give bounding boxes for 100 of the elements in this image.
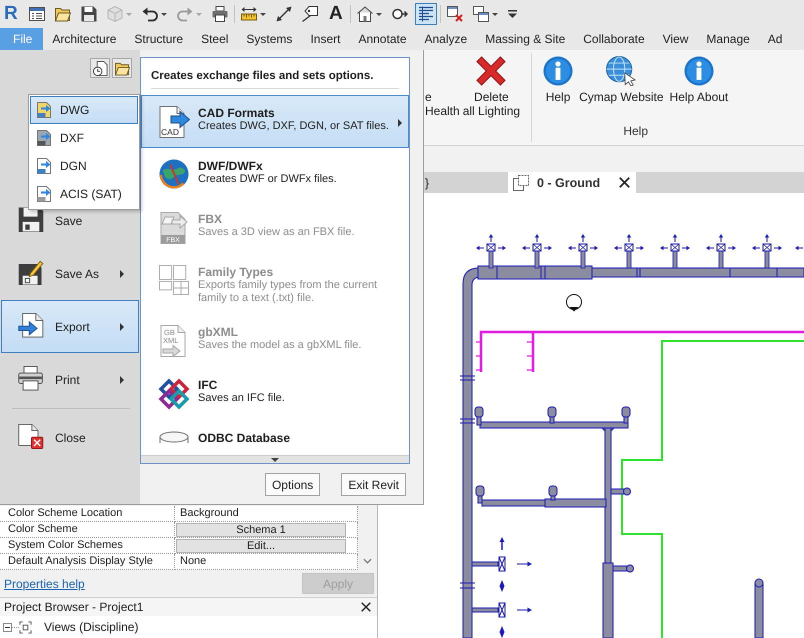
open-documents-button[interactable] <box>112 58 132 78</box>
ribbon-tab[interactable]: Steel <box>192 28 238 50</box>
menu-item-title: CAD Formats <box>198 106 276 120</box>
document-tab[interactable]: 0 - Ground <box>508 172 636 193</box>
globe-cursor-icon <box>606 56 636 86</box>
cube-icon <box>107 6 123 22</box>
undo-icon <box>142 6 158 22</box>
menu-item-description: Saves a 3D view as an FBX file. <box>198 226 355 239</box>
ribbon-button[interactable]: e Health <box>425 50 460 145</box>
menu-item[interactable]: CAD CAD Formats Creates DWG, DXF, DGN, or SAT files. <box>141 95 409 148</box>
ribbon-tab[interactable]: View <box>654 28 698 50</box>
menu-footer-button[interactable]: Options <box>264 473 320 496</box>
document-arrow-icon <box>17 312 45 340</box>
property-value: Background <box>175 506 358 522</box>
ribbon-tab[interactable]: Annotate <box>349 28 416 50</box>
flyout-item[interactable]: ACIS (SAT) <box>30 180 138 208</box>
menu-item[interactable]: IFC Saves an IFC file. <box>141 367 409 420</box>
view-bracket-icon <box>19 620 32 634</box>
flyout-item[interactable]: DGN <box>30 152 138 180</box>
text-button[interactable]: A <box>325 3 347 25</box>
property-name: Color Scheme Location <box>0 506 175 522</box>
property-name: Color Scheme <box>0 522 175 538</box>
recent-documents-button[interactable] <box>90 58 110 78</box>
menu-item-title: DWF/DWFx <box>198 159 264 173</box>
menu-item-description: Exports family types from the current family to a text (.txt) file. <box>198 279 378 305</box>
menu-item-description: Creates DWG, DXF, DGN, or SAT files. <box>198 120 389 133</box>
submenu-heading: Creates exchange files and sets options. <box>151 58 399 89</box>
close-icon[interactable] <box>361 602 371 612</box>
chevron-down-icon[interactable] <box>363 558 372 564</box>
globe-icon <box>159 159 189 189</box>
window-cross-icon <box>446 6 463 22</box>
info-icon <box>543 56 574 86</box>
file-export-icon <box>36 102 52 118</box>
help-button[interactable]: Help <box>540 50 576 124</box>
file-export-icon <box>36 186 52 202</box>
menu-command[interactable]: Close <box>1 411 139 464</box>
interlocked-diamonds-icon <box>158 378 190 410</box>
ribbon-tab[interactable]: Massing & Site <box>476 28 574 50</box>
thin-lines-button[interactable] <box>414 3 437 25</box>
ribbon-tab[interactable]: Analyze <box>416 28 476 50</box>
tree-item[interactable]: Views (Discipline) <box>44 620 138 634</box>
property-value: None <box>175 554 358 570</box>
info-icon <box>684 56 714 86</box>
printer-icon <box>17 366 45 394</box>
property-value-button[interactable]: Schema 1 <box>176 522 346 536</box>
database-icon <box>158 431 190 443</box>
diagonal-arrow-icon <box>276 6 292 22</box>
ribbon-tab[interactable]: Ad <box>758 28 792 50</box>
thin-lines-icon <box>418 6 434 22</box>
menu-item-description: Creates DWF or DWFx files. <box>198 173 337 186</box>
file-export-icon <box>36 130 52 146</box>
ribbon-tab[interactable]: Structure <box>125 28 192 50</box>
ribbon-tab[interactable]: Manage <box>697 28 759 50</box>
menu-footer-button[interactable]: Exit Revit <box>341 473 406 496</box>
help-button[interactable]: Help About <box>666 50 732 124</box>
dropdown-icon <box>508 10 517 18</box>
menu-command[interactable]: Save As <box>1 247 139 300</box>
menu-item-title: ODBC Database <box>198 431 290 445</box>
caret-down-icon <box>271 458 279 462</box>
properties-help-link[interactable]: Properties help <box>4 576 85 590</box>
windows-icon <box>472 6 489 22</box>
property-name: Default Analysis Display Style <box>0 554 175 570</box>
ribbon-tab[interactable]: Insert <box>301 28 350 50</box>
menu-item[interactable]: DWF/DWFx Creates DWF or DWFx files. <box>141 148 409 201</box>
menu-item[interactable]: ODBC Database <box>141 420 409 446</box>
panel-title: Project Browser - Project1 <box>4 600 144 614</box>
menu-command[interactable]: Export <box>1 300 139 353</box>
floppy-pencil-icon <box>17 260 45 288</box>
house-icon <box>356 6 373 22</box>
printer-icon <box>212 6 228 22</box>
website-button[interactable]: Cymap Website <box>576 50 667 124</box>
menu-item-title: IFC <box>198 378 218 392</box>
delete-button[interactable]: Delete all Lighting <box>460 50 524 145</box>
panel-title: Help <box>622 124 649 140</box>
ribbon-tab[interactable]: Architecture <box>43 28 126 50</box>
app-logo[interactable]: R <box>4 4 21 24</box>
menu-item-description: Saves the model as a gbXML file. <box>198 339 362 352</box>
table-grid-icon <box>159 265 189 295</box>
document-clock-icon <box>92 60 108 76</box>
property-value-button[interactable]: Edit... <box>176 538 346 552</box>
redo-icon <box>177 6 193 22</box>
menu-item-title: Family Types <box>198 265 274 279</box>
folder-icon <box>114 60 130 76</box>
section-marker-icon <box>392 6 408 22</box>
menu-item-title: gbXML <box>198 325 239 339</box>
ribbon-tab[interactable]: Collaborate <box>574 28 654 50</box>
view-icon <box>513 174 529 190</box>
ribbon-tab[interactable]: Systems <box>237 28 302 50</box>
menu-item-title: FBX <box>198 212 223 226</box>
property-name: System Color Schemes <box>0 538 175 554</box>
document-tab[interactable]: } <box>424 172 508 193</box>
flyout-item[interactable]: DWG <box>30 96 138 124</box>
menu-item-description: Saves an IFC file. <box>198 392 285 405</box>
flyout-item[interactable]: DXF <box>30 124 138 152</box>
cross-icon <box>476 56 506 86</box>
collapse-icon[interactable] <box>3 622 12 632</box>
menu-command[interactable]: Print <box>1 353 139 406</box>
document-close-icon <box>17 424 45 452</box>
tag-icon <box>302 6 318 22</box>
close-icon[interactable] <box>619 177 630 188</box>
